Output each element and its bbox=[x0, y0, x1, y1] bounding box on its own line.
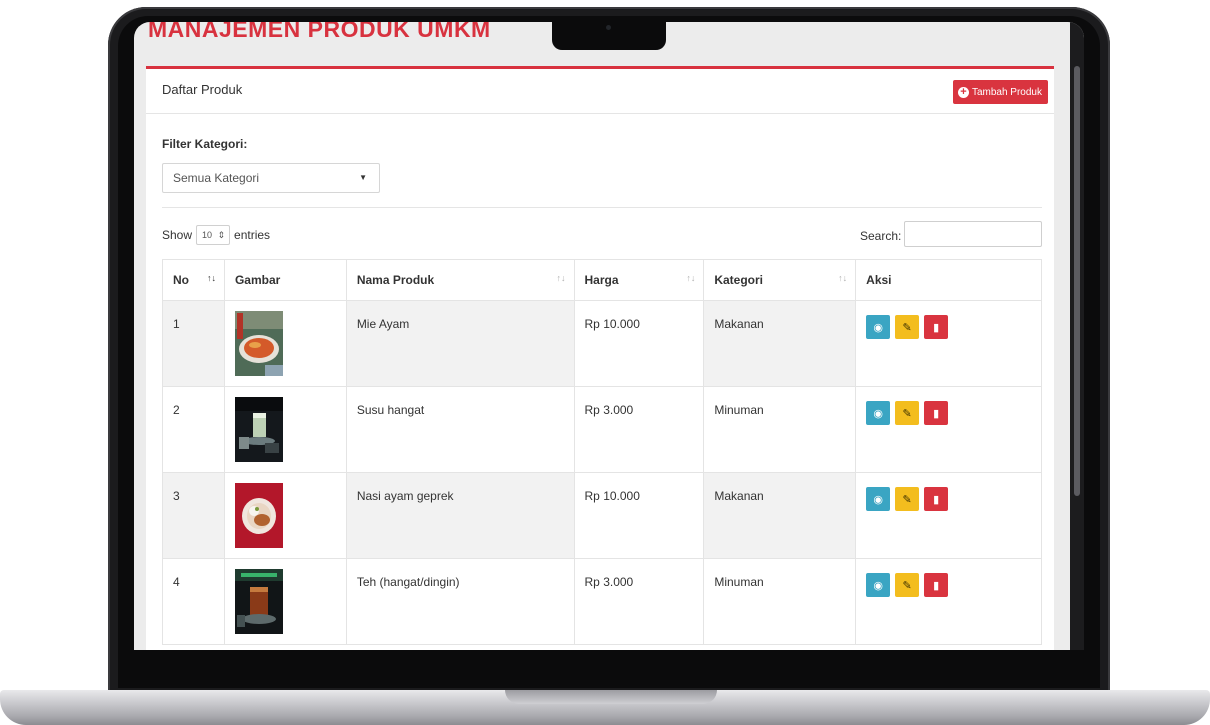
page-title: MANAJEMEN PRODUK UMKM bbox=[148, 22, 491, 42]
eye-icon: ◉ bbox=[873, 407, 883, 420]
view-button[interactable]: ◉ bbox=[866, 401, 891, 425]
trash-icon: ▮ bbox=[933, 579, 940, 592]
product-image-teh bbox=[234, 569, 283, 634]
show-entries: Show 10 ⇕ entries bbox=[162, 225, 270, 245]
table-row: 2 Susu hangat Rp 3.000 Minuman ◉ ✎ ▮ bbox=[162, 386, 1042, 473]
view-button[interactable]: ◉ bbox=[866, 487, 891, 511]
cell-category: Makanan bbox=[703, 300, 857, 387]
edit-icon: ✎ bbox=[902, 321, 912, 334]
scrollbar-thumb[interactable] bbox=[1074, 66, 1080, 496]
cell-price: Rp 10.000 bbox=[573, 300, 705, 387]
cell-price: Rp 10.000 bbox=[573, 472, 705, 559]
trash-icon: ▮ bbox=[933, 321, 940, 334]
add-product-label: Tambah Produk bbox=[971, 86, 1042, 98]
category-filter-value: Semua Kategori bbox=[173, 171, 260, 185]
cell-no: 3 bbox=[162, 472, 225, 559]
table-row: 3 Nasi ayam geprek Rp 10.000 Makanan ◉ ✎… bbox=[162, 472, 1042, 559]
cell-product-name: Mie Ayam bbox=[345, 300, 575, 387]
view-button[interactable]: ◉ bbox=[866, 315, 891, 339]
cell-no: 1 bbox=[162, 300, 225, 387]
cell-actions: ◉ ✎ ▮ bbox=[855, 558, 1042, 645]
edit-button[interactable]: ✎ bbox=[895, 401, 920, 425]
delete-button[interactable]: ▮ bbox=[924, 401, 949, 425]
table-header-row: No ↑↓ Gambar Nama Produk ↑↓ Harga ↑↓ Katego… bbox=[162, 259, 1042, 301]
cell-actions: ◉ ✎ ▮ bbox=[855, 472, 1042, 559]
vertical-scrollbar[interactable] bbox=[1070, 22, 1084, 650]
cell-image bbox=[223, 472, 347, 559]
edit-button[interactable]: ✎ bbox=[895, 487, 920, 511]
cell-no: 2 bbox=[162, 386, 225, 473]
add-product-button[interactable]: + Tambah Produk bbox=[952, 80, 1048, 104]
caret-down-icon: ▼ bbox=[359, 173, 367, 182]
camera-notch bbox=[552, 17, 666, 50]
product-table: No ↑↓ Gambar Nama Produk ↑↓ Harga ↑↓ Katego… bbox=[162, 259, 1042, 645]
cell-price: Rp 3.000 bbox=[573, 558, 705, 645]
cell-actions: ◉ ✎ ▮ bbox=[855, 386, 1042, 473]
column-header-kategori[interactable]: Kategori ↑↓ bbox=[703, 259, 857, 301]
column-header-aksi: Aksi bbox=[855, 259, 1042, 301]
edit-icon: ✎ bbox=[902, 407, 912, 420]
sort-icon: ↑↓ bbox=[838, 273, 848, 283]
cell-product-name: Susu hangat bbox=[345, 386, 575, 473]
delete-button[interactable]: ▮ bbox=[924, 573, 949, 597]
card-header: Daftar Produk + Tambah Produk bbox=[146, 69, 1054, 114]
divider bbox=[162, 207, 1042, 208]
filter-category-label: Filter Kategori: bbox=[162, 137, 248, 151]
edit-button[interactable]: ✎ bbox=[895, 315, 920, 339]
product-image-mie-ayam bbox=[234, 311, 283, 376]
cell-product-name: Teh (hangat/dingin) bbox=[345, 558, 575, 645]
show-label: Show bbox=[162, 228, 193, 242]
entries-length-value: 10 bbox=[202, 230, 213, 240]
eye-icon: ◉ bbox=[873, 579, 883, 592]
eye-icon: ◉ bbox=[873, 321, 883, 334]
column-header-nama-produk[interactable]: Nama Produk ↑↓ bbox=[345, 259, 575, 301]
search-label: Search: bbox=[860, 229, 902, 243]
sort-asc-icon: ↑↓ bbox=[206, 273, 216, 283]
cell-product-name: Nasi ayam geprek bbox=[345, 472, 575, 559]
laptop-screen: MANAJEMEN PRODUK UMKM Daftar Produk + Ta… bbox=[134, 22, 1084, 650]
cell-actions: ◉ ✎ ▮ bbox=[855, 300, 1042, 387]
updown-icon: ⇕ bbox=[217, 230, 226, 240]
plus-circle-icon: + bbox=[957, 86, 969, 98]
cell-no: 4 bbox=[162, 558, 225, 645]
camera-icon bbox=[606, 25, 611, 30]
cell-category: Minuman bbox=[703, 386, 857, 473]
card-title: Daftar Produk bbox=[162, 82, 243, 97]
cell-image bbox=[223, 558, 347, 645]
delete-button[interactable]: ▮ bbox=[924, 315, 949, 339]
delete-button[interactable]: ▮ bbox=[924, 487, 949, 511]
cell-category: Makanan bbox=[703, 472, 857, 559]
table-row: 1 Mie Ayam Rp 10.000 Makanan ◉ ✎ ▮ bbox=[162, 300, 1042, 387]
trash-icon: ▮ bbox=[933, 407, 940, 420]
cell-category: Minuman bbox=[703, 558, 857, 645]
column-header-harga[interactable]: Harga ↑↓ bbox=[573, 259, 705, 301]
sort-icon: ↑↓ bbox=[556, 273, 566, 283]
edit-icon: ✎ bbox=[902, 493, 912, 506]
category-filter-select[interactable]: Semua Kategori ▼ bbox=[162, 163, 380, 193]
column-header-gambar: Gambar bbox=[223, 259, 347, 301]
edit-icon: ✎ bbox=[902, 579, 912, 592]
entries-length-select[interactable]: 10 ⇕ bbox=[196, 225, 231, 245]
entries-label: entries bbox=[234, 228, 271, 242]
table-row: 4 Teh (hangat/dingin) Rp 3.000 Minuman ◉… bbox=[162, 558, 1042, 645]
column-header-no[interactable]: No ↑↓ bbox=[162, 259, 225, 301]
sort-icon: ↑↓ bbox=[686, 273, 696, 283]
product-card: Daftar Produk + Tambah Produk Filter Kat… bbox=[146, 66, 1054, 650]
view-button[interactable]: ◉ bbox=[866, 573, 891, 597]
edit-button[interactable]: ✎ bbox=[895, 573, 920, 597]
laptop-opening-notch bbox=[505, 690, 717, 704]
cell-price: Rp 3.000 bbox=[573, 386, 705, 473]
cell-image bbox=[223, 386, 347, 473]
product-image-susu-hangat bbox=[234, 397, 283, 462]
eye-icon: ◉ bbox=[873, 493, 883, 506]
cell-image bbox=[223, 300, 347, 387]
trash-icon: ▮ bbox=[933, 493, 940, 506]
search-input[interactable] bbox=[904, 221, 1042, 247]
product-image-nasi-ayam-geprek bbox=[234, 483, 283, 548]
